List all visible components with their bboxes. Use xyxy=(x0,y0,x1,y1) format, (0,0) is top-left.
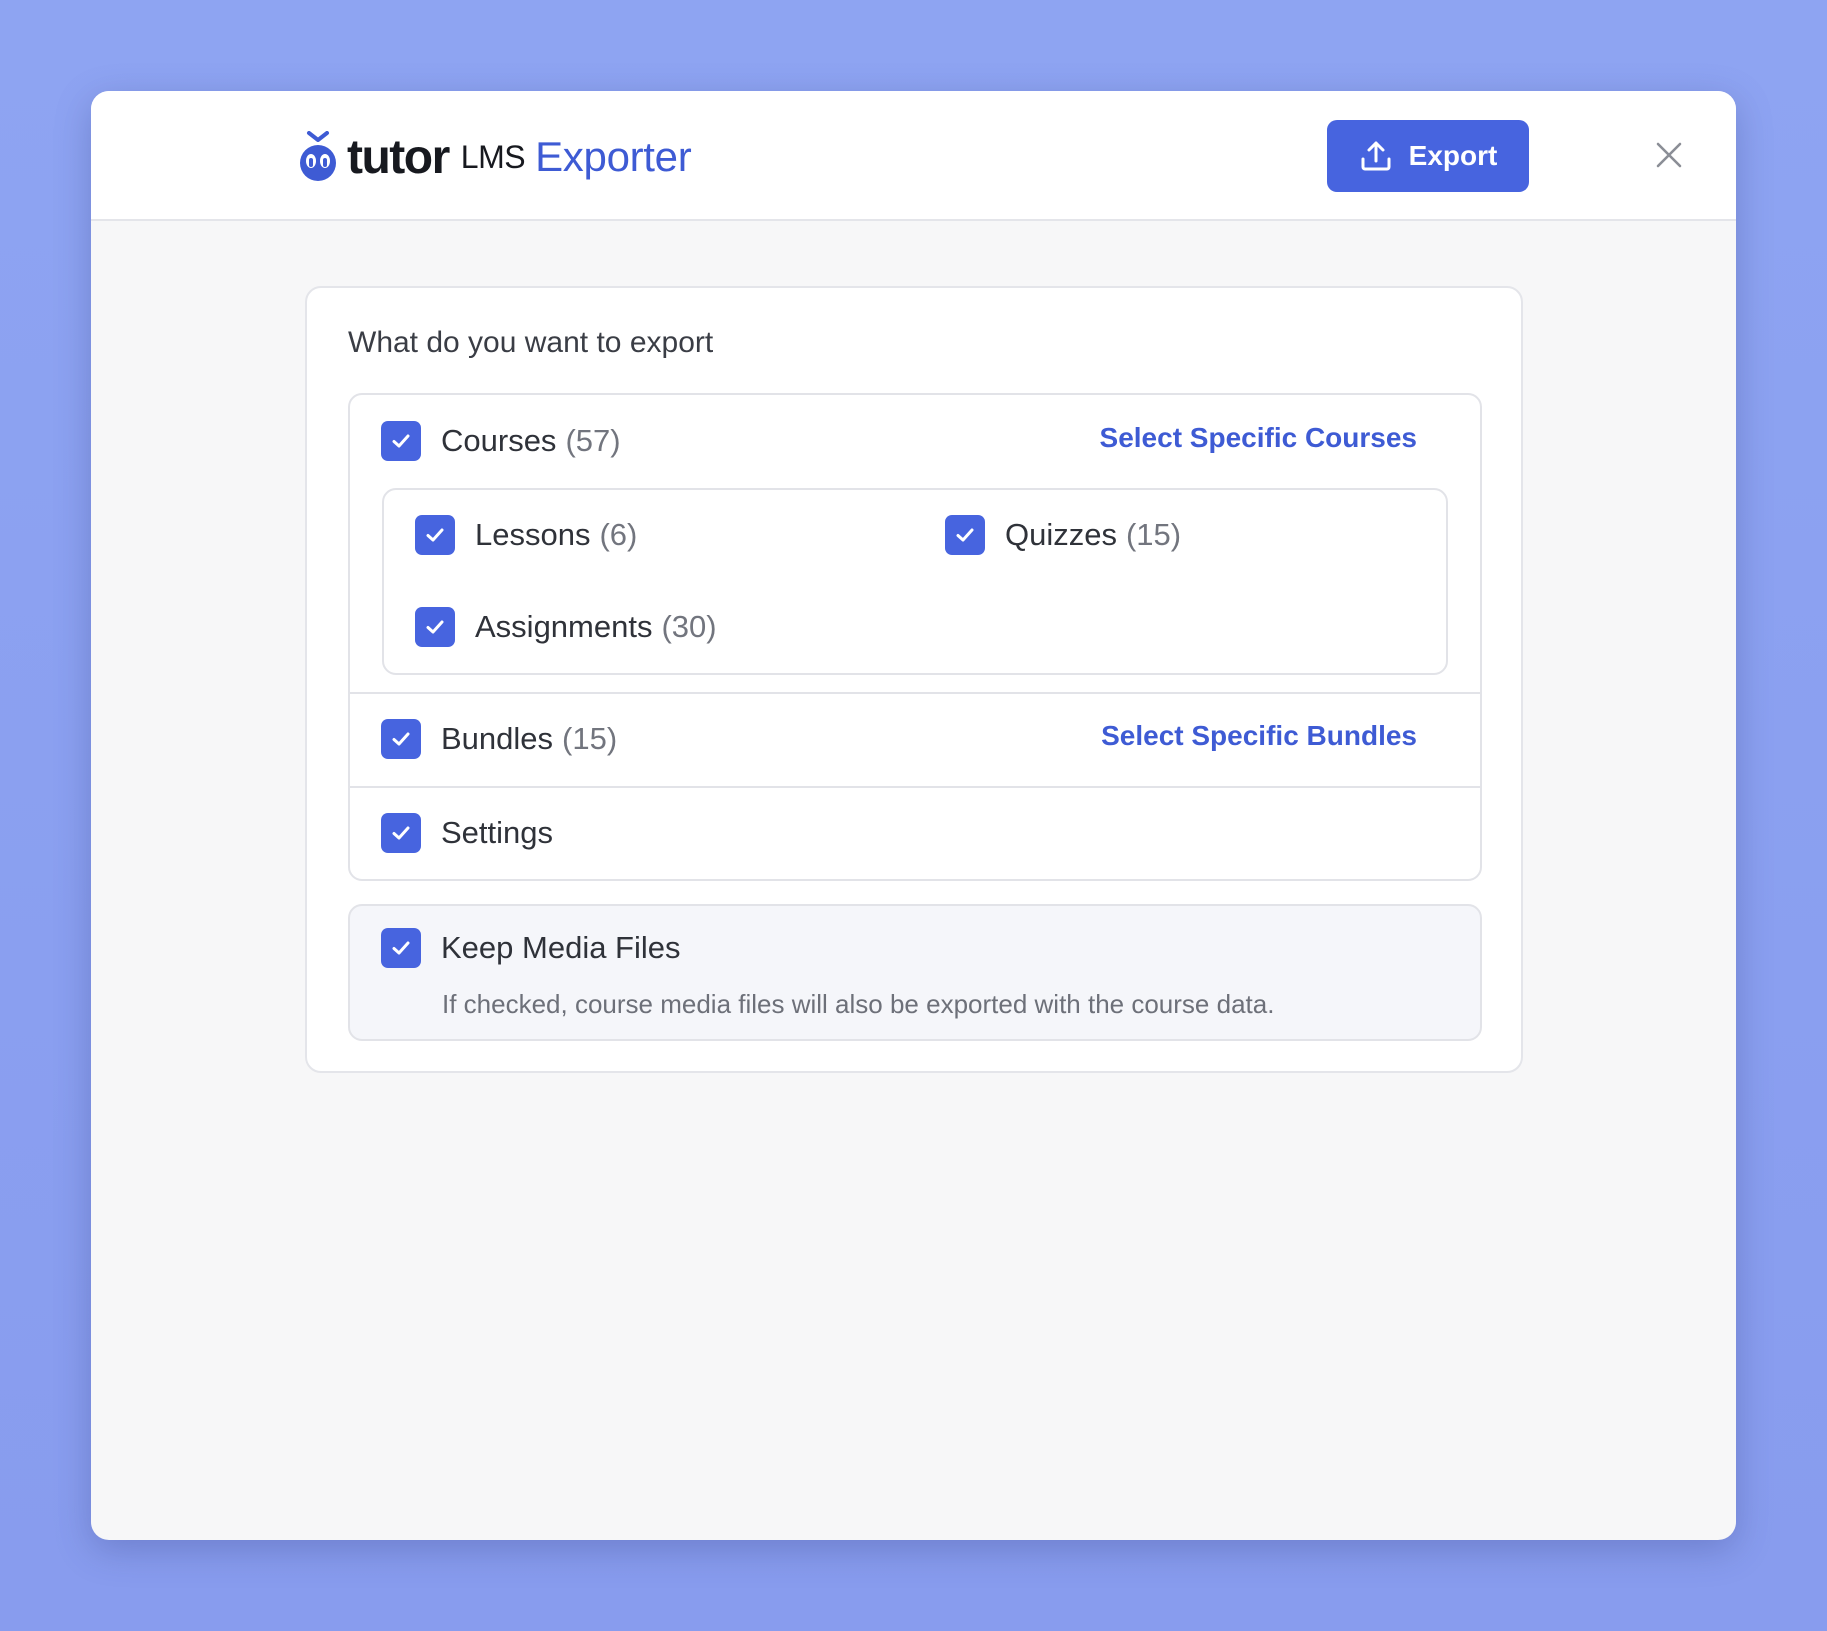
courses-row: Courses (57) xyxy=(381,421,621,461)
lessons-checkbox[interactable] xyxy=(415,515,455,555)
keep-media-files-option: Keep Media Files If checked, course medi… xyxy=(348,904,1482,1041)
check-icon xyxy=(426,620,444,634)
course-content-group: Lessons (6) Quizzes (15) Assignments (30… xyxy=(382,488,1448,675)
quizzes-label: Quizzes xyxy=(1005,517,1117,552)
quizzes-checkbox[interactable] xyxy=(945,515,985,555)
settings-label: Settings xyxy=(441,815,554,850)
assignments-checkbox[interactable] xyxy=(415,607,455,647)
check-icon xyxy=(392,826,410,840)
settings-checkbox[interactable] xyxy=(381,813,421,853)
quizzes-row: Quizzes (15) xyxy=(945,515,1181,555)
select-specific-courses-link[interactable]: Select Specific Courses xyxy=(1100,422,1417,454)
check-icon xyxy=(426,528,444,542)
check-icon xyxy=(392,941,410,955)
check-icon xyxy=(392,732,410,746)
check-icon xyxy=(392,434,410,448)
assignments-row: Assignments (30) xyxy=(415,607,717,647)
lessons-count: (6) xyxy=(599,517,638,552)
close-icon xyxy=(1656,142,1682,168)
bundles-checkbox[interactable] xyxy=(381,719,421,759)
lessons-row: Lessons (6) xyxy=(415,515,637,555)
courses-count: (57) xyxy=(565,423,621,458)
divider xyxy=(350,692,1480,694)
logo-suffix: LMS xyxy=(460,138,526,175)
bundles-label: Bundles xyxy=(441,721,554,756)
content-options-group: Courses (57) Select Specific Courses Les… xyxy=(348,393,1482,881)
keep-media-row: Keep Media Files xyxy=(381,928,681,968)
settings-row: Settings xyxy=(381,813,553,853)
assignments-count: (30) xyxy=(661,609,717,644)
courses-checkbox[interactable] xyxy=(381,421,421,461)
keep-media-description: If checked, course media files will also… xyxy=(442,989,1275,1019)
check-icon xyxy=(956,528,974,542)
export-options-card: What do you want to export Courses (57) … xyxy=(305,286,1523,1073)
keep-media-label: Keep Media Files xyxy=(441,930,681,965)
keep-media-checkbox[interactable] xyxy=(381,928,421,968)
bundles-count: (15) xyxy=(562,721,618,756)
exporter-modal: tutor LMS Exporter Export What do you wa… xyxy=(91,91,1736,1540)
logo-word: tutor xyxy=(347,130,450,184)
quizzes-count: (15) xyxy=(1125,517,1182,552)
modal-header: tutor LMS Exporter Export xyxy=(91,91,1736,221)
app-title: Exporter xyxy=(535,133,692,180)
tutor-owl-icon xyxy=(300,131,336,181)
assignments-label: Assignments xyxy=(475,609,653,644)
select-specific-bundles-link[interactable]: Select Specific Bundles xyxy=(1101,720,1417,752)
close-button[interactable] xyxy=(1649,135,1689,175)
export-button-label: Export xyxy=(1408,140,1498,171)
bundles-row: Bundles (15) xyxy=(381,719,617,759)
divider xyxy=(350,786,1480,788)
courses-label: Courses xyxy=(441,423,557,458)
upload-icon xyxy=(1361,141,1391,171)
tutor-lms-logo: tutor LMS Exporter xyxy=(297,127,692,187)
lessons-label: Lessons xyxy=(475,517,591,552)
card-title: What do you want to export xyxy=(348,326,714,359)
export-button[interactable]: Export xyxy=(1327,120,1529,192)
